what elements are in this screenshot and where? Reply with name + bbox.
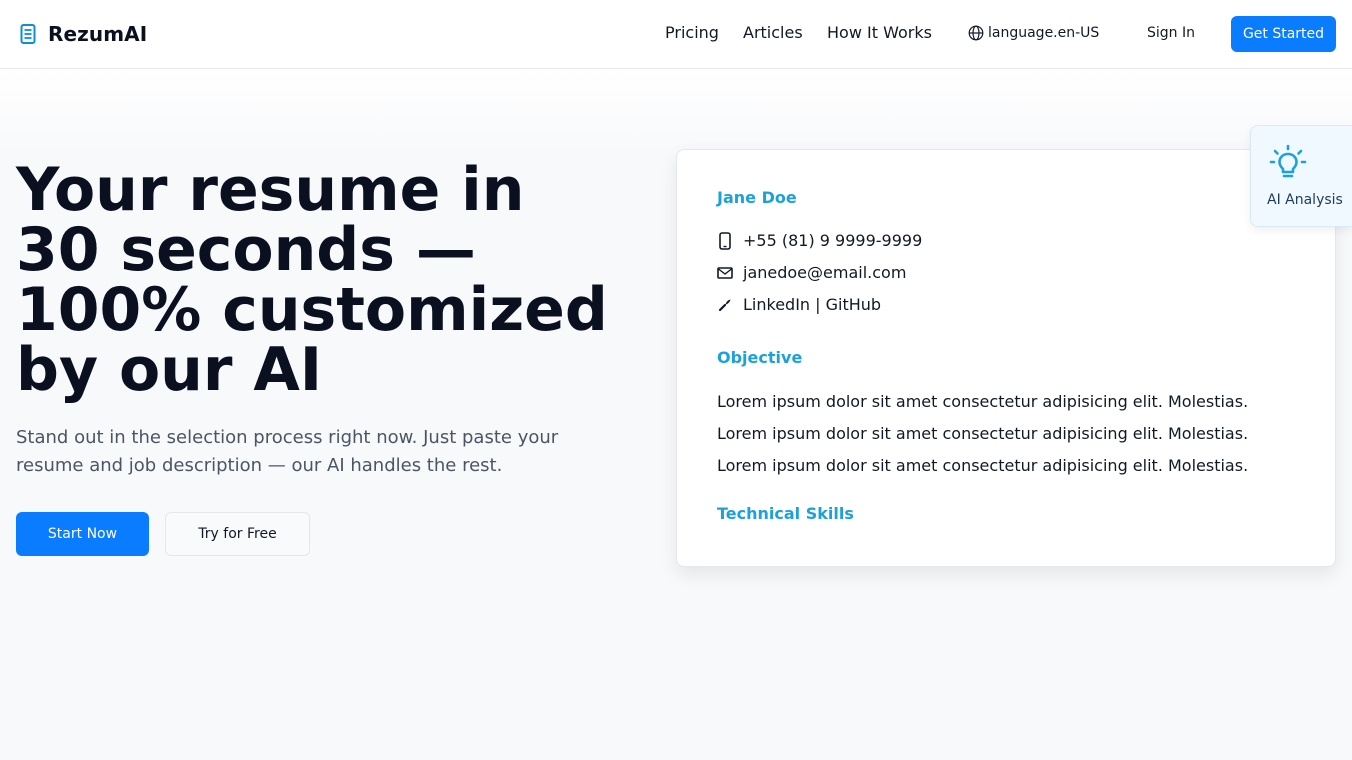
- nav-articles[interactable]: Articles: [743, 23, 803, 42]
- globe-icon: [968, 25, 984, 41]
- link-icon: [717, 296, 733, 314]
- hero-title-line: by our AI: [16, 335, 323, 405]
- get-started-button[interactable]: Get Started: [1231, 16, 1336, 52]
- contact-text: LinkedIn | GitHub: [743, 295, 882, 314]
- resume-name: Jane Doe: [717, 188, 797, 207]
- contact-links: LinkedIn | GitHub: [717, 295, 881, 314]
- nav-pricing[interactable]: Pricing: [665, 23, 719, 42]
- objective-line: Lorem ipsum dolor sit amet consectetur a…: [717, 392, 1249, 411]
- objective-heading: Objective: [717, 348, 803, 367]
- ai-analysis-badge[interactable]: AI Analysis: [1250, 125, 1352, 227]
- contact-email: janedoe@email.com: [717, 263, 906, 282]
- contact-text: janedoe@email.com: [743, 263, 907, 282]
- phone-icon: [717, 231, 733, 250]
- lightbulb-icon: [1269, 144, 1307, 178]
- nav-how-it-works[interactable]: How It Works: [827, 23, 932, 42]
- brand-logo[interactable]: RezumAI: [20, 22, 147, 46]
- brand-name: RezumAI: [48, 22, 148, 46]
- hero-title: Your resume in 30 seconds — 100% customi…: [16, 160, 656, 400]
- objective-line: Lorem ipsum dolor sit amet consectetur a…: [717, 456, 1249, 475]
- hero-title-line: 30 seconds —: [16, 215, 476, 285]
- objective-line: Lorem ipsum dolor sit amet consectetur a…: [717, 424, 1249, 443]
- hero-subtitle-line: resume and job description — our AI hand…: [16, 455, 503, 476]
- document-icon: [20, 24, 36, 44]
- email-icon: [717, 264, 733, 282]
- start-now-button[interactable]: Start Now: [16, 512, 149, 556]
- sign-in-link[interactable]: Sign In: [1147, 25, 1195, 41]
- hero-subtitle: Stand out in the selection process right…: [16, 424, 596, 480]
- resume-preview-card: Jane Doe +55 (81) 9 9999-9999 janedoe@em…: [676, 149, 1336, 567]
- contact-phone: +55 (81) 9 9999-9999: [717, 231, 922, 250]
- language-selector[interactable]: language.en-US: [968, 25, 1099, 41]
- try-free-button[interactable]: Try for Free: [165, 512, 310, 556]
- hero-subtitle-line: Stand out in the selection process right…: [16, 427, 559, 448]
- ai-analysis-label: AI Analysis: [1267, 192, 1343, 208]
- top-nav-bar: RezumAI Pricing Articles How It Works la…: [0, 0, 1352, 69]
- contact-text: +55 (81) 9 9999-9999: [743, 231, 923, 250]
- hero-title-line: Your resume in: [16, 155, 525, 225]
- language-label: language.en-US: [988, 25, 1100, 41]
- skills-heading: Technical Skills: [717, 504, 854, 523]
- hero-title-line: 100% customized: [16, 275, 608, 345]
